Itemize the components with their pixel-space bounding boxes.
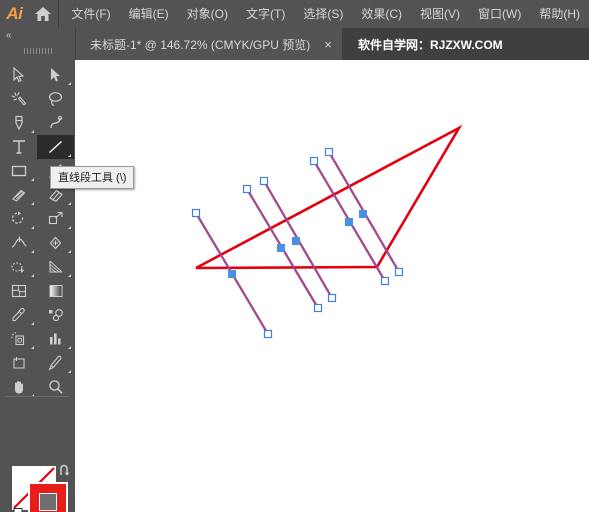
tool-flyout-indicator: [68, 274, 71, 277]
line-segment-tool[interactable]: [37, 135, 74, 159]
menu-item-object[interactable]: 对象(O): [178, 0, 237, 28]
watermark-text: 软件自学网：RJZXW.COM: [358, 37, 503, 52]
panel-collapse-area[interactable]: «: [0, 28, 75, 60]
column-graph-tool[interactable]: [37, 327, 74, 351]
lasso-tool[interactable]: [37, 87, 74, 111]
menu-item-view[interactable]: 视图(V): [411, 0, 469, 28]
gradient-tool[interactable]: [37, 279, 74, 303]
app-logo: Ai: [6, 4, 23, 23]
mesh-tool[interactable]: [0, 279, 37, 303]
line-segment-5-anchor-1[interactable]: [324, 147, 334, 157]
tool-flyout-indicator: [68, 370, 71, 373]
tool-flyout-indicator: [31, 250, 34, 253]
pen-tool[interactable]: [0, 111, 37, 135]
line-segment-4-anchor-1[interactable]: [309, 156, 319, 166]
menu-item-edit[interactable]: 编辑(E): [120, 0, 178, 28]
line-segment-1-anchor-1[interactable]: [191, 208, 201, 218]
tool-tooltip: 直线段工具 (\): [50, 166, 135, 189]
menu-item-help[interactable]: 帮助(H): [530, 0, 589, 28]
line-segment-5-anchor-2[interactable]: [394, 267, 404, 277]
tool-flyout-indicator: [68, 202, 71, 205]
close-icon[interactable]: ×: [324, 38, 332, 51]
perspective-grid-tool[interactable]: [37, 255, 74, 279]
tool-flyout-indicator: [68, 346, 71, 349]
line-segment-3-anchor-2[interactable]: [327, 293, 337, 303]
tool-flyout-indicator: [68, 82, 71, 85]
tool-flyout-indicator: [68, 154, 71, 157]
scale-tool[interactable]: [37, 207, 74, 231]
tool-flyout-indicator: [31, 178, 34, 181]
direct-selection-tool[interactable]: [37, 63, 74, 87]
fill-swatch-inner: [39, 493, 57, 511]
eyedropper-tool[interactable]: [0, 303, 37, 327]
line-segment-1-anchor-mid[interactable]: [228, 270, 236, 278]
menu-bar: Ai 文件(F) 编辑(E) 对象(O) 文字(T) 选择(S) 效果(C) 视…: [0, 0, 589, 28]
tool-flyout-indicator: [31, 202, 34, 205]
line-segment-3-anchor-1[interactable]: [259, 176, 269, 186]
curvature-tool[interactable]: [37, 111, 74, 135]
artboard-canvas[interactable]: [75, 60, 589, 512]
document-tab-bar: « 未标题-1* @ 146.72% (CMYK/GPU 预览) × 软件自学网…: [0, 28, 589, 60]
line-segment-2-anchor-2[interactable]: [313, 303, 323, 313]
menu-item-effect[interactable]: 效果(C): [352, 0, 411, 28]
line-segment-3-anchor-mid[interactable]: [292, 237, 300, 245]
tool-flyout-indicator: [31, 322, 34, 325]
artwork-svg: [191, 124, 463, 339]
line-segment-1-anchor-2[interactable]: [263, 329, 273, 339]
menu-item-window[interactable]: 窗口(W): [469, 0, 530, 28]
slice-tool[interactable]: [37, 351, 74, 375]
home-icon[interactable]: [29, 0, 58, 28]
tools-panel: [0, 60, 75, 512]
shape-builder-tool[interactable]: [0, 255, 37, 279]
illustrator-window: Ai 文件(F) 编辑(E) 对象(O) 文字(T) 选择(S) 效果(C) 视…: [0, 0, 589, 512]
magic-wand-tool[interactable]: [0, 87, 37, 111]
document-tab[interactable]: 未标题-1* @ 146.72% (CMYK/GPU 预览) ×: [76, 28, 342, 60]
shaper-tool[interactable]: [0, 183, 37, 207]
swap-fill-stroke-icon[interactable]: [58, 464, 72, 478]
rectangle-tool[interactable]: [0, 159, 37, 183]
line-segment-2-anchor-mid[interactable]: [277, 244, 285, 252]
symbol-sprayer-tool[interactable]: [0, 327, 37, 351]
tool-flyout-indicator: [31, 346, 34, 349]
fill-stroke-control: [0, 460, 75, 512]
type-tool[interactable]: [0, 135, 37, 159]
tool-grid: [0, 60, 75, 399]
menu-item-select[interactable]: 选择(S): [294, 0, 352, 28]
width-tool[interactable]: [0, 231, 37, 255]
rotate-tool[interactable]: [0, 207, 37, 231]
blend-tool[interactable]: [37, 303, 74, 327]
document-tab-title: 未标题-1* @ 146.72% (CMYK/GPU 预览): [90, 37, 311, 52]
tool-section-divider: [6, 396, 69, 397]
tool-flyout-indicator: [31, 226, 34, 229]
tool-flyout-indicator: [68, 226, 71, 229]
default-fill-stroke-icon[interactable]: [10, 508, 24, 512]
collapse-panel-icon[interactable]: «: [6, 30, 11, 41]
fill-swatch[interactable]: [28, 482, 68, 512]
artboard-tool[interactable]: [0, 351, 37, 375]
free-transform-tool[interactable]: [37, 231, 74, 255]
line-segment-4-anchor-2[interactable]: [380, 276, 390, 286]
tool-flyout-indicator: [68, 250, 71, 253]
menu-divider: [57, 0, 59, 28]
line-segment-5-anchor-mid[interactable]: [359, 210, 367, 218]
selection-tool[interactable]: [0, 63, 37, 87]
tool-flyout-indicator: [31, 130, 34, 133]
toolbar-drag-handle[interactable]: [24, 48, 54, 54]
menu-item-type[interactable]: 文字(T): [237, 0, 294, 28]
line-segment-4-anchor-mid[interactable]: [345, 218, 353, 226]
line-segment-2-anchor-1[interactable]: [242, 184, 252, 194]
tool-flyout-indicator: [31, 274, 34, 277]
menu-item-file[interactable]: 文件(F): [62, 0, 119, 28]
